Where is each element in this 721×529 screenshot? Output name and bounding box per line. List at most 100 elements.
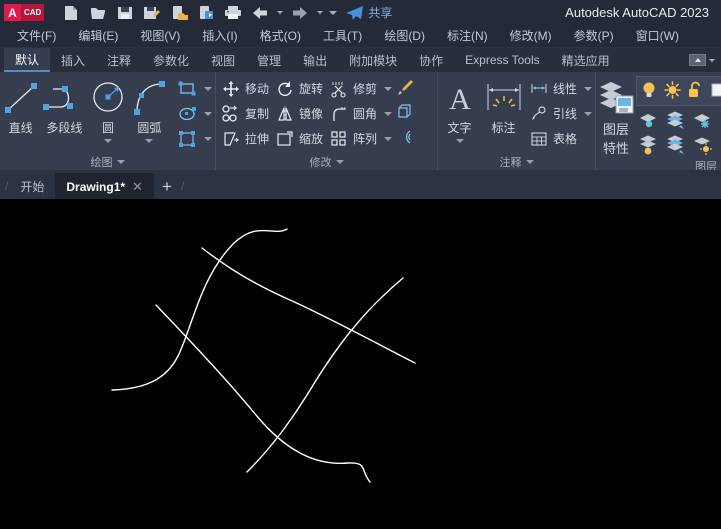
panel-modify-chevron-down-icon[interactable] — [336, 160, 344, 164]
modify-rotate-button[interactable]: 旋转 — [272, 76, 326, 101]
tab-view[interactable]: 视图 — [200, 48, 246, 72]
modify-fillet-button[interactable]: 圆角 — [326, 101, 395, 126]
tab-express-tools[interactable]: Express Tools — [454, 48, 550, 72]
draw-rectangle-button[interactable] — [174, 76, 215, 101]
redo-dropdown-icon[interactable] — [314, 2, 326, 24]
annotation-linear-chevron-down-icon[interactable] — [584, 87, 592, 91]
undo-icon[interactable] — [247, 2, 273, 24]
menu-tools[interactable]: 工具(T) — [312, 25, 373, 48]
menu-modify[interactable]: 修改(M) — [499, 25, 563, 48]
menu-insert[interactable]: 插入(I) — [191, 25, 248, 48]
open-from-web-icon[interactable] — [166, 2, 192, 24]
menu-edit[interactable]: 编辑(E) — [67, 25, 129, 48]
draw-ellipse-button[interactable] — [174, 101, 215, 126]
new-icon[interactable] — [58, 2, 84, 24]
menu-parametric[interactable]: 参数(P) — [563, 25, 625, 48]
layer-isolate-icon[interactable] — [636, 108, 662, 132]
panel-draw-title-bar[interactable]: 绘图 — [0, 153, 215, 170]
panel-annotation-title-bar[interactable]: 注释 — [438, 153, 595, 170]
draw-circle-chevron-down-icon[interactable] — [104, 139, 112, 143]
spline-top[interactable] — [202, 248, 415, 363]
draw-line-button[interactable]: 直线 — [0, 76, 41, 136]
draw-polyline-button[interactable]: 多段线 — [41, 76, 87, 136]
drawing-canvas[interactable] — [0, 199, 721, 529]
tab-parametric[interactable]: 参数化 — [142, 48, 200, 72]
draw-ellipse-chevron-down-icon[interactable] — [204, 112, 212, 116]
save-icon[interactable] — [112, 2, 138, 24]
draw-arc-chevron-down-icon[interactable] — [145, 139, 153, 143]
draw-rectangle-chevron-down-icon[interactable] — [204, 87, 212, 91]
tab-manage[interactable]: 管理 — [246, 48, 292, 72]
tab-featured-apps[interactable]: 精选应用 — [551, 48, 621, 72]
layer-change-icon[interactable] — [663, 108, 689, 132]
panel-modify-title-bar[interactable]: 修改 — [216, 153, 437, 170]
menu-format[interactable]: 格式(O) — [249, 25, 312, 48]
save-as-icon[interactable] — [139, 2, 165, 24]
spline-right[interactable] — [247, 278, 403, 472]
unlock-icon[interactable] — [688, 81, 703, 102]
modify-copy-button[interactable]: 复制 — [218, 101, 272, 126]
draw-hatch-button[interactable] — [174, 126, 215, 151]
layer-on-icon[interactable] — [690, 133, 716, 157]
color-swatch-icon[interactable] — [710, 81, 721, 102]
tab-insert[interactable]: 插入 — [50, 48, 96, 72]
annotation-linear-button[interactable]: 线性 — [526, 76, 595, 101]
spline-left[interactable] — [112, 229, 287, 390]
draw-arc-button[interactable]: 圆弧 — [129, 76, 170, 143]
tab-addins[interactable]: 附加模块 — [338, 48, 408, 72]
annotation-table-button[interactable]: 表格 — [526, 126, 595, 151]
layer-freeze-icon[interactable] — [690, 108, 716, 132]
tab-home[interactable]: 默认 — [4, 48, 50, 72]
panel-layers-title-bar[interactable]: 图层 — [596, 158, 721, 170]
menu-dimension[interactable]: 标注(N) — [436, 25, 499, 48]
modify-trim-chevron-down-icon[interactable] — [384, 87, 392, 91]
customize-icon[interactable] — [327, 2, 339, 24]
open-icon[interactable] — [85, 2, 111, 24]
annotation-dimension-button[interactable]: 标注 — [481, 76, 526, 136]
save-to-web-icon[interactable] — [193, 2, 219, 24]
tab-collaborate[interactable]: 协作 — [408, 48, 454, 72]
annotation-text-chevron-down-icon[interactable] — [456, 139, 464, 143]
ribbon-options-chevron-down-icon[interactable] — [709, 59, 715, 62]
undo-dropdown-icon[interactable] — [274, 2, 286, 24]
modify-explode-button[interactable] — [395, 101, 415, 126]
menu-window[interactable]: 窗口(W) — [625, 25, 690, 48]
modify-move-button[interactable]: 移动 — [218, 76, 272, 101]
modify-mirror-button[interactable]: 镜像 — [272, 101, 326, 126]
layer-walk-icon[interactable] — [717, 108, 721, 132]
share-button[interactable]: 共享 — [345, 4, 392, 21]
menu-view[interactable]: 视图(V) — [129, 25, 191, 48]
modify-match-properties-button[interactable] — [395, 76, 415, 101]
modify-scale-button[interactable]: 缩放 — [272, 126, 326, 151]
panel-annotation-chevron-down-icon[interactable] — [526, 160, 534, 164]
layer-lock-icon[interactable] — [717, 133, 721, 157]
sun-icon[interactable] — [664, 81, 681, 102]
menu-file[interactable]: 文件(F) — [6, 25, 67, 48]
close-icon[interactable]: ✕ — [132, 179, 143, 195]
modify-fillet-chevron-down-icon[interactable] — [384, 112, 392, 116]
annotation-text-button[interactable]: A 文字 — [438, 76, 481, 143]
tab-output[interactable]: 输出 — [292, 48, 338, 72]
layer-properties-icon[interactable] — [596, 76, 636, 120]
menu-draw[interactable]: 绘图(D) — [373, 25, 436, 48]
layer-match-icon[interactable] — [663, 133, 689, 157]
redo-icon[interactable] — [287, 2, 313, 24]
plot-icon[interactable] — [220, 2, 246, 24]
minimize-ribbon-icon[interactable] — [689, 54, 706, 66]
new-tab-button[interactable]: + — [154, 173, 180, 200]
draw-circle-button[interactable]: 圆 — [87, 76, 128, 143]
layer-off-icon[interactable] — [636, 133, 662, 157]
modify-stretch-button[interactable]: 拉伸 — [218, 126, 272, 151]
annotation-leader-chevron-down-icon[interactable] — [584, 112, 592, 116]
annotation-leader-button[interactable]: 引线 — [526, 101, 595, 126]
modify-array-button[interactable]: 阵列 — [326, 126, 395, 151]
draw-hatch-chevron-down-icon[interactable] — [204, 137, 212, 141]
modify-offset-button[interactable] — [395, 126, 415, 151]
tab-annotate[interactable]: 注释 — [96, 48, 142, 72]
panel-draw-chevron-down-icon[interactable] — [117, 160, 125, 164]
modify-trim-button[interactable]: 修剪 — [326, 76, 395, 101]
file-tab-drawing1[interactable]: Drawing1* ✕ — [55, 173, 154, 200]
modify-array-chevron-down-icon[interactable] — [384, 137, 392, 141]
lightbulb-off-icon[interactable] — [641, 81, 657, 102]
file-tab-start[interactable]: 开始 — [9, 173, 55, 200]
